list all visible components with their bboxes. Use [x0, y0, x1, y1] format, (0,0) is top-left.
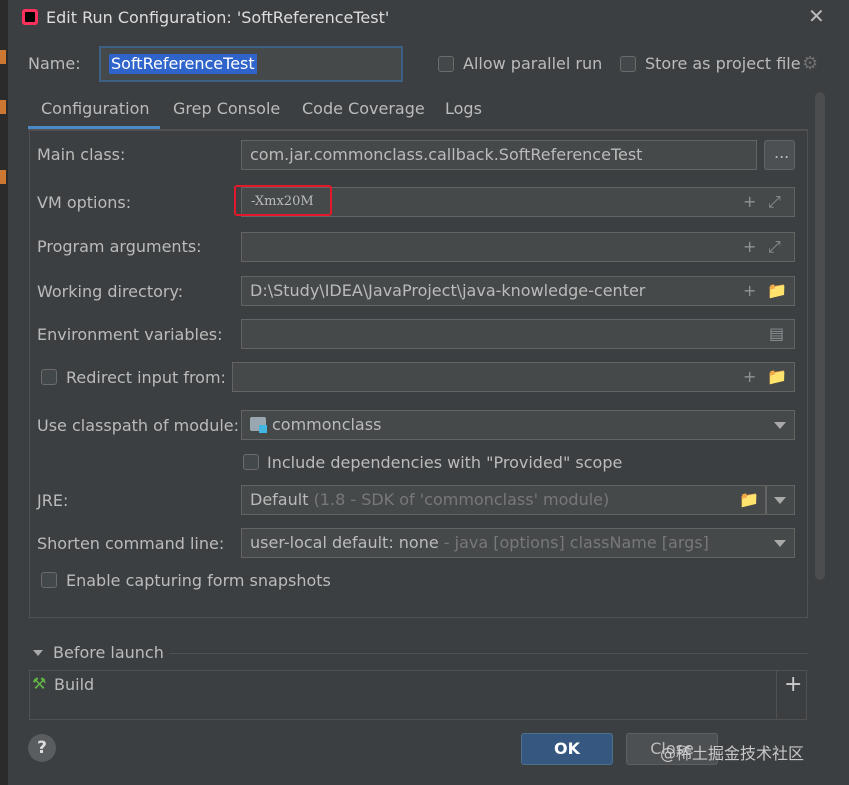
- working-directory-label: Working directory:: [37, 282, 184, 301]
- ok-button[interactable]: OK: [521, 733, 613, 765]
- classpath-module-value: commonclass: [272, 415, 382, 434]
- allow-parallel-checkbox[interactable]: [438, 56, 454, 72]
- tab-grep-console[interactable]: Grep Console: [173, 99, 280, 118]
- help-button[interactable]: ?: [28, 734, 56, 762]
- working-directory-input[interactable]: D:\Study\IDEA\JavaProject\java-knowledge…: [241, 276, 795, 306]
- add-icon[interactable]: +: [743, 281, 756, 300]
- intellij-app-icon: [22, 9, 38, 25]
- jre-hint: (1.8 - SDK of 'commonclass' module): [313, 490, 610, 509]
- editor-marker: [0, 100, 6, 114]
- working-directory-value: D:\Study\IDEA\JavaProject\java-knowledge…: [250, 281, 646, 300]
- list-edit-icon[interactable]: ▤: [769, 324, 784, 343]
- allow-parallel-label[interactable]: Allow parallel run: [463, 54, 602, 73]
- expand-icon[interactable]: ⤢: [768, 237, 781, 257]
- hammer-icon: ⚒: [32, 674, 47, 693]
- editor-marker: [0, 50, 6, 64]
- close-icon[interactable]: ✕: [808, 4, 825, 28]
- vm-options-label: VM options:: [37, 193, 132, 212]
- shorten-command-line-label: Shorten command line:: [37, 534, 225, 553]
- program-arguments-input[interactable]: + ⤢: [241, 232, 795, 262]
- main-class-label: Main class:: [37, 145, 126, 164]
- gear-icon[interactable]: ⚙: [802, 53, 818, 74]
- section-divider: [169, 653, 808, 654]
- classpath-module-label: Use classpath of module:: [37, 416, 240, 435]
- browse-main-class-button[interactable]: ...: [764, 140, 795, 170]
- include-dependencies-checkbox[interactable]: [243, 454, 259, 470]
- capture-snapshots-label[interactable]: Enable capturing form snapshots: [66, 571, 331, 590]
- main-class-input[interactable]: com.jar.commonclass.callback.SoftReferen…: [241, 140, 757, 170]
- tab-configuration[interactable]: Configuration: [41, 99, 150, 118]
- jre-dropdown-button[interactable]: [766, 485, 795, 515]
- main-class-value: com.jar.commonclass.callback.SoftReferen…: [250, 145, 643, 164]
- list-item[interactable]: Build: [54, 675, 94, 694]
- before-launch-list: [29, 670, 807, 720]
- add-icon[interactable]: +: [743, 367, 756, 386]
- browse-label: ...: [774, 143, 790, 162]
- capture-snapshots-checkbox[interactable]: [41, 572, 57, 588]
- chevron-down-icon: [774, 497, 786, 504]
- title-bar: Edit Run Configuration: 'SoftReferenceTe…: [8, 0, 849, 34]
- name-input-value: SoftReferenceTest: [109, 54, 257, 74]
- jre-default: Default: [250, 490, 309, 509]
- tab-code-coverage[interactable]: Code Coverage: [302, 99, 425, 118]
- watermark: @稀土掘金技术社区: [660, 744, 805, 763]
- add-task-icon[interactable]: +: [784, 674, 802, 696]
- folder-icon[interactable]: 📁: [767, 367, 787, 386]
- jre-value: Default (1.8 - SDK of 'commonclass' modu…: [250, 490, 609, 509]
- background-editor-edge: [0, 0, 8, 785]
- redirect-input-field[interactable]: + 📁: [232, 362, 795, 392]
- shorten-command-line-dropdown[interactable]: user-local default: none - java [options…: [241, 528, 795, 558]
- name-label: Name:: [28, 54, 81, 73]
- add-icon[interactable]: +: [743, 192, 756, 211]
- shorten-value: user-local default: none: [250, 533, 439, 552]
- redirect-input-checkbox[interactable]: [41, 369, 57, 385]
- editor-marker: [0, 170, 6, 184]
- before-launch-label: Before launch: [53, 643, 164, 662]
- chevron-down-icon: [774, 540, 786, 547]
- collapse-triangle-icon: [33, 650, 43, 656]
- shorten-command-line-value: user-local default: none - java [options…: [250, 533, 709, 552]
- program-arguments-label: Program arguments:: [37, 237, 202, 256]
- environment-variables-input[interactable]: ▤: [241, 319, 795, 349]
- jre-input[interactable]: Default (1.8 - SDK of 'commonclass' modu…: [241, 485, 766, 515]
- shorten-hint: - java [options] className [args]: [443, 533, 709, 552]
- name-input[interactable]: SoftReferenceTest: [99, 46, 403, 82]
- classpath-module-dropdown[interactable]: commonclass: [241, 410, 795, 440]
- folder-icon[interactable]: 📁: [739, 490, 759, 509]
- highlight-annotation-box: [234, 185, 332, 216]
- add-icon[interactable]: +: [743, 237, 756, 256]
- jre-label: JRE:: [37, 491, 69, 510]
- redirect-input-label[interactable]: Redirect input from:: [66, 368, 226, 387]
- environment-variables-label: Environment variables:: [37, 325, 223, 344]
- store-as-file-label[interactable]: Store as project file: [645, 54, 801, 73]
- tab-logs[interactable]: Logs: [445, 99, 482, 118]
- chevron-down-icon: [774, 422, 786, 429]
- module-icon: [250, 417, 267, 433]
- expand-icon[interactable]: ⤢: [768, 192, 781, 212]
- include-dependencies-label[interactable]: Include dependencies with "Provided" sco…: [267, 453, 622, 472]
- window-title: Edit Run Configuration: 'SoftReferenceTe…: [46, 8, 390, 27]
- store-as-file-checkbox[interactable]: [620, 56, 636, 72]
- folder-icon[interactable]: 📁: [767, 281, 787, 300]
- vertical-scrollbar[interactable]: [815, 92, 825, 580]
